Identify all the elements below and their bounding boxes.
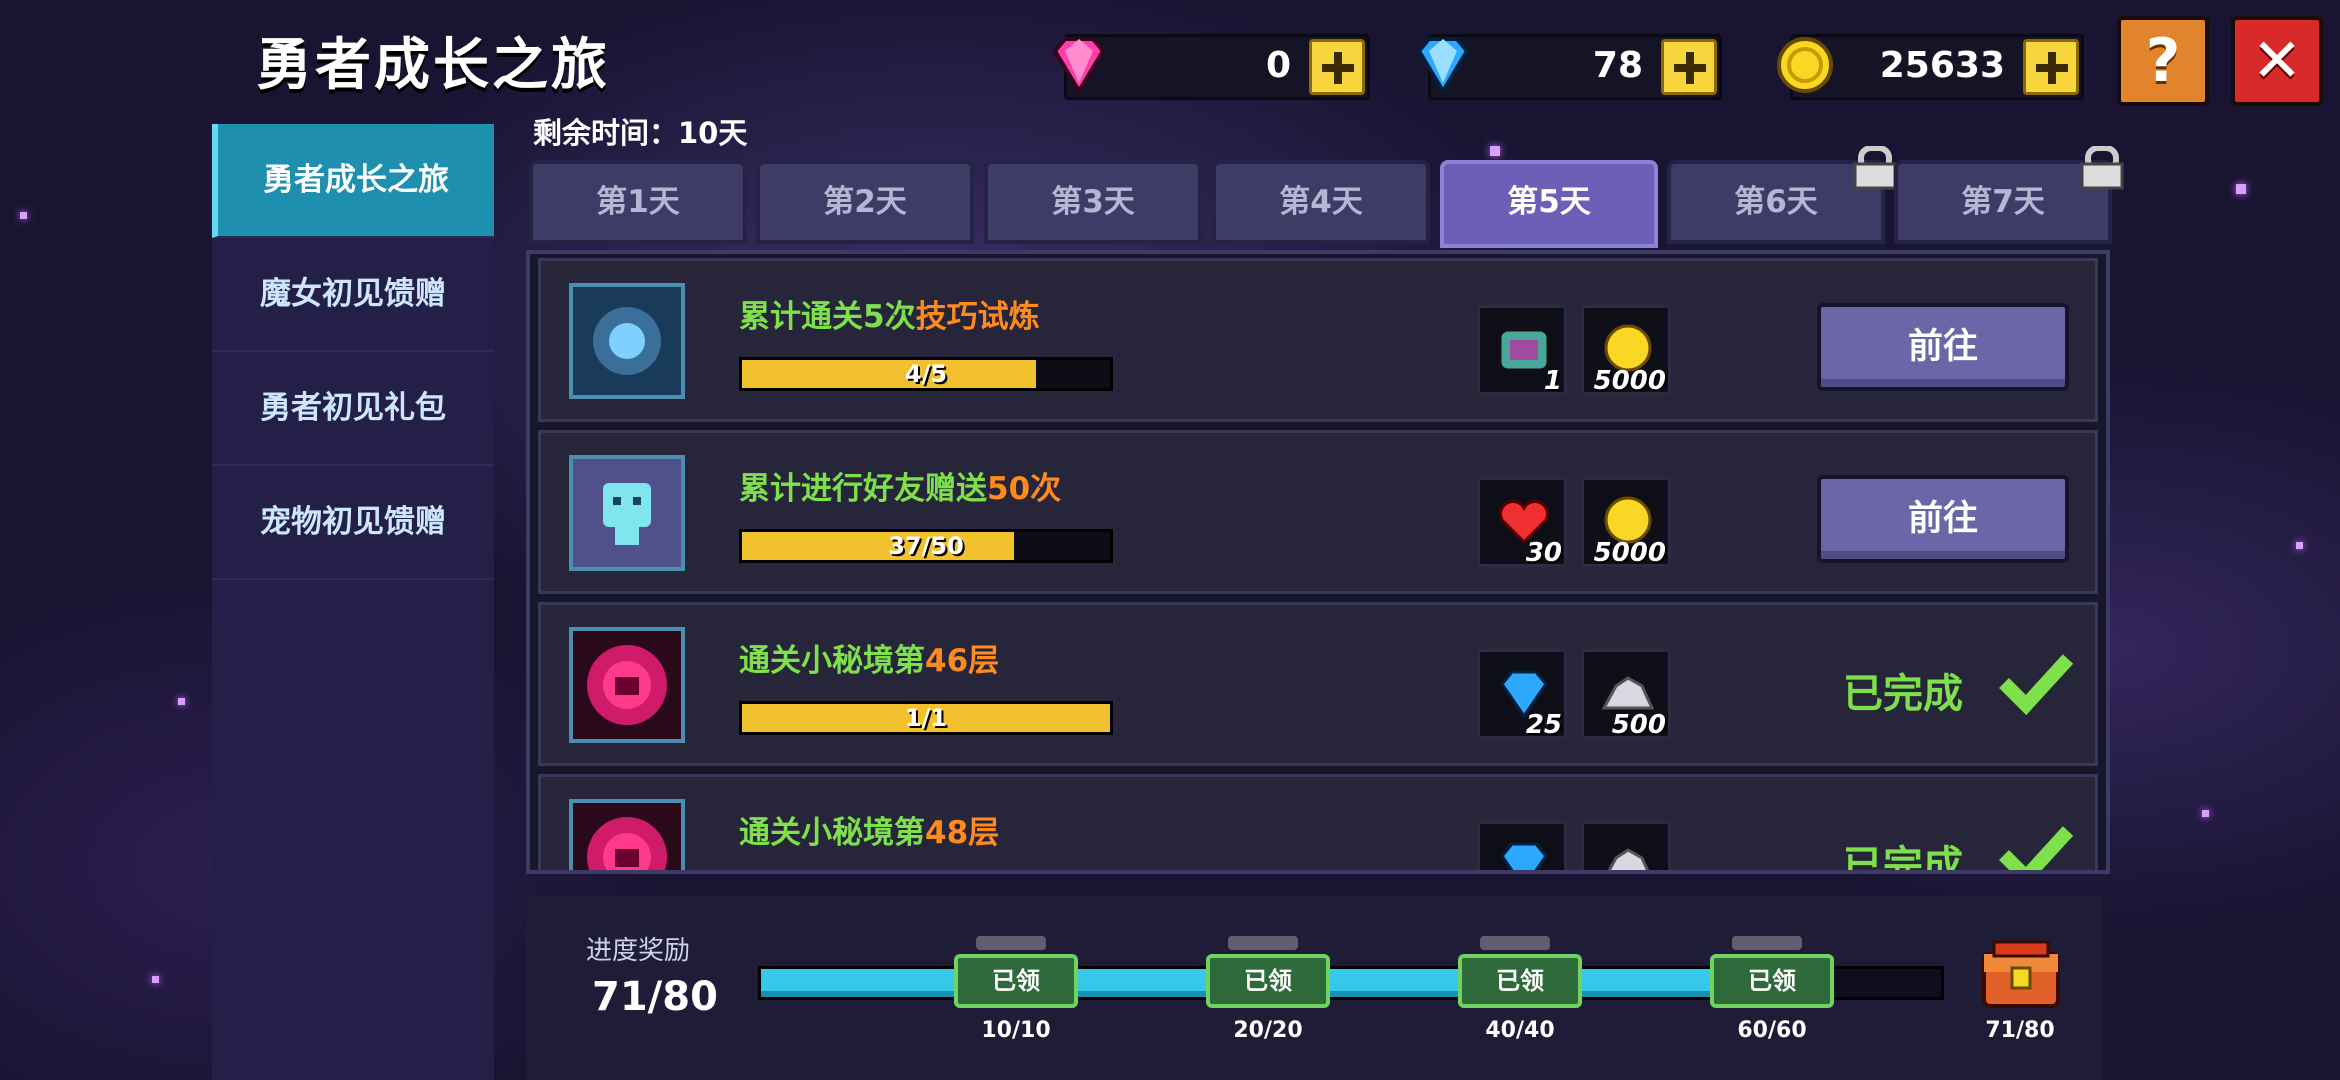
milestone-claimed-badge[interactable]: 已领 — [1710, 954, 1834, 1008]
task-list[interactable]: 累计通关5次技巧试炼 4/5 1 5000 前往 累计进行好友赠送50次 37/… — [526, 250, 2110, 874]
sidebar-item-pet-gift[interactable]: 宠物初见馈赠 — [212, 466, 494, 580]
tab-label: 第6天 — [1734, 184, 1818, 220]
tab-day-5[interactable]: 第5天 — [1440, 160, 1658, 248]
currency-blue-gem: 78 — [1416, 34, 1722, 100]
secret-realm-icon — [569, 627, 685, 743]
blue-gem-icon — [1416, 37, 1470, 95]
blue-gem-icon — [1500, 842, 1548, 870]
milestone-label: 40/40 — [1485, 1018, 1555, 1043]
gold-coin-icon — [1777, 37, 1833, 93]
blue-gem-count: 78 — [1592, 45, 1643, 86]
task-progress-text: 1/1 — [904, 704, 948, 732]
go-button[interactable]: 前往 — [1817, 475, 2069, 563]
tab-day-2[interactable]: 第2天 — [756, 160, 974, 244]
final-milestone-label: 71/80 — [1985, 1018, 2055, 1043]
milestone-claimed-badge[interactable]: 已领 — [1458, 954, 1582, 1008]
star-decoration — [2296, 542, 2303, 549]
skill-trial-icon — [569, 283, 685, 399]
completed-status: 已完成 — [1843, 843, 1963, 874]
task-progress-bar — [739, 873, 1113, 874]
lock-icon — [1853, 146, 1897, 190]
milestone-chest-icon — [1732, 936, 1802, 950]
final-chest-icon[interactable] — [1980, 936, 2062, 1010]
check-icon — [1999, 654, 2074, 716]
tab-day-4[interactable]: 第4天 — [1212, 160, 1430, 244]
reward-count: 1 — [1543, 366, 1562, 396]
task-progress-text: 37/50 — [888, 532, 964, 560]
reward-count: 30 — [1525, 538, 1562, 568]
lock-icon — [2080, 146, 2124, 190]
tab-day-6[interactable]: 第6天 — [1667, 146, 1897, 244]
task-title: 累计通关5次技巧试炼 — [739, 299, 1040, 335]
milestone-claimed-badge[interactable]: 已领 — [1206, 954, 1330, 1008]
sidebar-item-witch-gift[interactable]: 魔女初见馈赠 — [212, 238, 494, 352]
reward-slot[interactable]: 500 — [1581, 649, 1671, 740]
task-progress-text: 4/5 — [904, 360, 948, 388]
task-progress-bar: 1/1 — [739, 701, 1113, 735]
task-progress-bar: 37/50 — [739, 529, 1113, 563]
reward-count: 5000 — [1593, 366, 1666, 396]
task-row: 累计通关5次技巧试炼 4/5 1 5000 前往 — [538, 258, 2098, 422]
star-decoration — [2236, 184, 2246, 194]
tab-day-7[interactable]: 第7天 — [1894, 146, 2124, 244]
pink-gem-icon — [1052, 37, 1106, 95]
milestone-claimed-badge[interactable]: 已领 — [954, 954, 1078, 1008]
reward-slot[interactable]: 25 — [1477, 649, 1567, 740]
milestone-label: 20/20 — [1233, 1018, 1303, 1043]
milestone-chest-icon — [1480, 936, 1550, 950]
add-blue-gem-button[interactable] — [1661, 39, 1717, 95]
star-decoration — [2202, 810, 2209, 817]
currency-pink-gem: 0 — [1052, 34, 1370, 100]
task-progress-bar: 4/5 — [739, 357, 1113, 391]
progress-rewards-value: 71/80 — [592, 974, 718, 1020]
reward-slot[interactable]: 1 — [1477, 305, 1567, 396]
gold-count: 25633 — [1879, 45, 2005, 86]
pink-gem-count: 0 — [1265, 45, 1291, 86]
progress-rewards-panel: 进度奖励 71/80 已领 10/10 已领 20/20 已领 40/40 已领… — [526, 896, 2102, 1080]
remaining-time: 剩余时间：10天 — [533, 116, 748, 150]
go-button[interactable]: 前往 — [1817, 303, 2069, 391]
star-decoration — [178, 698, 185, 705]
secret-realm-icon — [569, 799, 685, 870]
check-icon — [1999, 826, 2074, 870]
sidebar-item-hero-pack[interactable]: 勇者初见礼包 — [212, 352, 494, 466]
task-title: 通关小秘境第46层 — [739, 643, 1000, 679]
page-title: 勇者成长之旅 — [256, 33, 610, 98]
add-pink-gem-button[interactable] — [1309, 39, 1365, 95]
milestone-label: 60/60 — [1737, 1018, 1807, 1043]
tab-label: 第7天 — [1961, 184, 2045, 220]
currency-gold: 25633 — [1777, 34, 2084, 100]
reward-slot[interactable] — [1477, 821, 1567, 870]
star-decoration — [20, 212, 27, 219]
milestone-chest-icon — [976, 936, 1046, 950]
reward-slot[interactable]: 30 — [1477, 477, 1567, 568]
star-decoration — [1490, 146, 1500, 156]
task-row: 通关小秘境第48层 已完成 — [538, 774, 2098, 874]
completed-status: 已完成 — [1843, 671, 1963, 717]
add-gold-button[interactable] — [2023, 39, 2079, 95]
reward-count: 25 — [1525, 710, 1562, 740]
milestone-chest-icon — [1228, 936, 1298, 950]
tab-day-1[interactable]: 第1天 — [529, 160, 747, 244]
reward-count: 5000 — [1593, 538, 1666, 568]
reward-slot[interactable]: 5000 — [1581, 477, 1671, 568]
task-title: 累计进行好友赠送50次 — [739, 471, 1062, 507]
milestone-label: 10/10 — [981, 1018, 1051, 1043]
ore-icon — [1607, 848, 1650, 870]
task-title: 通关小秘境第48层 — [739, 815, 1000, 851]
friend-gift-icon — [569, 455, 685, 571]
task-row: 累计进行好友赠送50次 37/50 30 5000 前往 — [538, 430, 2098, 594]
star-decoration — [152, 976, 159, 983]
sidebar-item-hero-growth[interactable]: 勇者成长之旅 — [212, 124, 494, 238]
task-row: 通关小秘境第46层 1/1 25 500 已完成 — [538, 602, 2098, 766]
progress-rewards-label: 进度奖励 — [586, 936, 691, 966]
reward-slot[interactable] — [1581, 821, 1671, 870]
help-button[interactable]: ? — [2117, 16, 2209, 106]
reward-count: 500 — [1611, 710, 1666, 740]
sidebar: 勇者成长之旅 魔女初见馈赠 勇者初见礼包 宠物初见馈赠 — [212, 124, 494, 1080]
close-button[interactable]: ✕ — [2231, 16, 2323, 106]
reward-slot[interactable]: 5000 — [1581, 305, 1671, 396]
tab-day-3[interactable]: 第3天 — [984, 160, 1202, 244]
